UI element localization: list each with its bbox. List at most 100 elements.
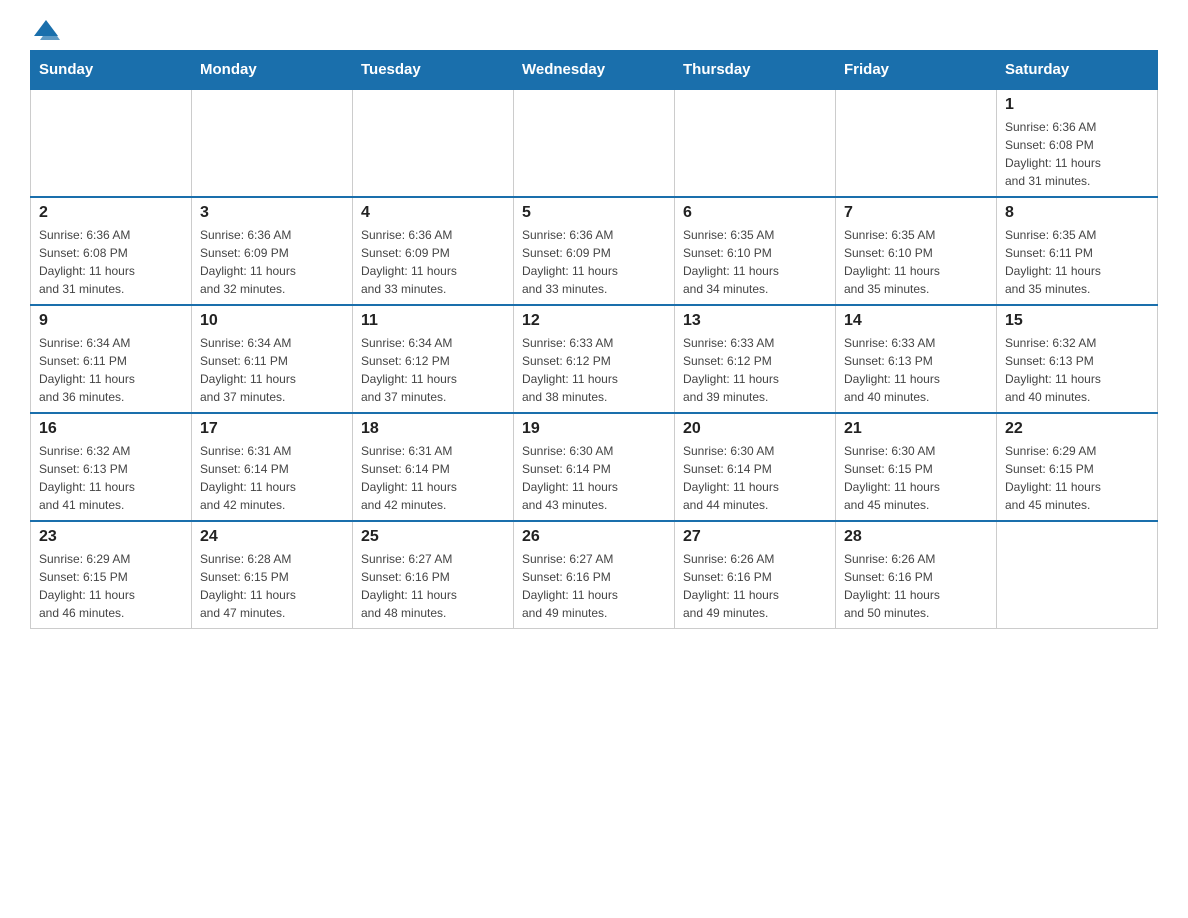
calendar-cell [675,89,836,197]
calendar-cell: 9 Sunrise: 6:34 AM Sunset: 6:11 PM Daylig… [31,305,192,413]
day-info: Sunrise: 6:36 AM Sunset: 6:09 PM Dayligh… [522,226,666,298]
day-number: 12 [522,312,666,330]
day-number: 20 [683,420,827,438]
day-number: 14 [844,312,988,330]
calendar-cell: 15 Sunrise: 6:32 AM Sunset: 6:13 PM Dayli… [997,305,1158,413]
day-info: Sunrise: 6:30 AM Sunset: 6:14 PM Dayligh… [522,442,666,514]
day-info: Sunrise: 6:27 AM Sunset: 6:16 PM Dayligh… [522,550,666,622]
col-friday: Friday [836,51,997,90]
day-number: 13 [683,312,827,330]
col-tuesday: Tuesday [353,51,514,90]
day-info: Sunrise: 6:35 AM Sunset: 6:11 PM Dayligh… [1005,226,1149,298]
calendar-cell: 17 Sunrise: 6:31 AM Sunset: 6:14 PM Dayli… [192,413,353,521]
day-number: 22 [1005,420,1149,438]
day-number: 21 [844,420,988,438]
calendar-cell [192,89,353,197]
logo [30,20,60,40]
logo-icon [32,16,60,44]
calendar-cell: 25 Sunrise: 6:27 AM Sunset: 6:16 PM Dayli… [353,521,514,629]
day-number: 5 [522,204,666,222]
calendar-header-row: Sunday Monday Tuesday Wednesday Thursday… [31,51,1158,90]
day-number: 17 [200,420,344,438]
calendar-cell: 20 Sunrise: 6:30 AM Sunset: 6:14 PM Dayli… [675,413,836,521]
calendar-week-row: 1Sunrise: 6:36 AM Sunset: 6:08 PM Daylig… [31,89,1158,197]
day-info: Sunrise: 6:36 AM Sunset: 6:09 PM Dayligh… [361,226,505,298]
calendar-week-row: 9 Sunrise: 6:34 AM Sunset: 6:11 PM Daylig… [31,305,1158,413]
calendar-cell: 10 Sunrise: 6:34 AM Sunset: 6:11 PM Dayli… [192,305,353,413]
col-monday: Monday [192,51,353,90]
day-number: 24 [200,528,344,546]
day-info: Sunrise: 6:35 AM Sunset: 6:10 PM Dayligh… [844,226,988,298]
calendar-cell: 26 Sunrise: 6:27 AM Sunset: 6:16 PM Dayli… [514,521,675,629]
col-thursday: Thursday [675,51,836,90]
day-info: Sunrise: 6:30 AM Sunset: 6:14 PM Dayligh… [683,442,827,514]
day-info: Sunrise: 6:31 AM Sunset: 6:14 PM Dayligh… [361,442,505,514]
day-number: 11 [361,312,505,330]
day-info: Sunrise: 6:29 AM Sunset: 6:15 PM Dayligh… [1005,442,1149,514]
calendar-week-row: 2 Sunrise: 6:36 AM Sunset: 6:08 PM Daylig… [31,197,1158,305]
calendar-cell: 6 Sunrise: 6:35 AM Sunset: 6:10 PM Daylig… [675,197,836,305]
calendar-cell: 2 Sunrise: 6:36 AM Sunset: 6:08 PM Daylig… [31,197,192,305]
calendar-cell [514,89,675,197]
calendar-cell [997,521,1158,629]
calendar-cell: 14 Sunrise: 6:33 AM Sunset: 6:13 PM Dayli… [836,305,997,413]
calendar-cell: 27Sunrise: 6:26 AM Sunset: 6:16 PM Dayli… [675,521,836,629]
day-number: 28 [844,528,988,546]
day-number: 7 [844,204,988,222]
day-info: Sunrise: 6:32 AM Sunset: 6:13 PM Dayligh… [1005,334,1149,406]
calendar-cell: 4 Sunrise: 6:36 AM Sunset: 6:09 PM Daylig… [353,197,514,305]
col-sunday: Sunday [31,51,192,90]
calendar-cell: 18 Sunrise: 6:31 AM Sunset: 6:14 PM Dayli… [353,413,514,521]
calendar-cell: 11 Sunrise: 6:34 AM Sunset: 6:12 PM Dayli… [353,305,514,413]
day-info: Sunrise: 6:36 AM Sunset: 6:08 PM Dayligh… [1005,118,1149,190]
col-saturday: Saturday [997,51,1158,90]
day-info: Sunrise: 6:34 AM Sunset: 6:11 PM Dayligh… [39,334,183,406]
day-info: Sunrise: 6:28 AM Sunset: 6:15 PM Dayligh… [200,550,344,622]
calendar-cell: 1Sunrise: 6:36 AM Sunset: 6:08 PM Daylig… [997,89,1158,197]
calendar-cell: 19 Sunrise: 6:30 AM Sunset: 6:14 PM Dayli… [514,413,675,521]
day-number: 25 [361,528,505,546]
day-info: Sunrise: 6:33 AM Sunset: 6:13 PM Dayligh… [844,334,988,406]
day-info: Sunrise: 6:27 AM Sunset: 6:16 PM Dayligh… [361,550,505,622]
calendar-cell: 3 Sunrise: 6:36 AM Sunset: 6:09 PM Daylig… [192,197,353,305]
day-number: 10 [200,312,344,330]
day-number: 9 [39,312,183,330]
day-number: 26 [522,528,666,546]
day-number: 19 [522,420,666,438]
day-number: 3 [200,204,344,222]
calendar-cell: 16Sunrise: 6:32 AM Sunset: 6:13 PM Dayli… [31,413,192,521]
calendar-week-row: 16Sunrise: 6:32 AM Sunset: 6:13 PM Dayli… [31,413,1158,521]
day-number: 4 [361,204,505,222]
day-info: Sunrise: 6:32 AM Sunset: 6:13 PM Dayligh… [39,442,183,514]
day-number: 18 [361,420,505,438]
day-info: Sunrise: 6:33 AM Sunset: 6:12 PM Dayligh… [683,334,827,406]
calendar-cell [353,89,514,197]
day-info: Sunrise: 6:30 AM Sunset: 6:15 PM Dayligh… [844,442,988,514]
calendar-cell: 23 Sunrise: 6:29 AM Sunset: 6:15 PM Dayli… [31,521,192,629]
calendar-cell: 13 Sunrise: 6:33 AM Sunset: 6:12 PM Dayli… [675,305,836,413]
day-info: Sunrise: 6:33 AM Sunset: 6:12 PM Dayligh… [522,334,666,406]
calendar-cell [836,89,997,197]
day-info: Sunrise: 6:29 AM Sunset: 6:15 PM Dayligh… [39,550,183,622]
day-number: 2 [39,204,183,222]
day-info: Sunrise: 6:36 AM Sunset: 6:08 PM Dayligh… [39,226,183,298]
day-info: Sunrise: 6:34 AM Sunset: 6:11 PM Dayligh… [200,334,344,406]
calendar-cell: 8Sunrise: 6:35 AM Sunset: 6:11 PM Daylig… [997,197,1158,305]
calendar-cell [31,89,192,197]
day-info: Sunrise: 6:36 AM Sunset: 6:09 PM Dayligh… [200,226,344,298]
day-number: 23 [39,528,183,546]
day-info: Sunrise: 6:35 AM Sunset: 6:10 PM Dayligh… [683,226,827,298]
day-info: Sunrise: 6:26 AM Sunset: 6:16 PM Dayligh… [844,550,988,622]
calendar-cell: 22 Sunrise: 6:29 AM Sunset: 6:15 PM Dayli… [997,413,1158,521]
day-number: 6 [683,204,827,222]
col-wednesday: Wednesday [514,51,675,90]
day-info: Sunrise: 6:26 AM Sunset: 6:16 PM Dayligh… [683,550,827,622]
day-info: Sunrise: 6:34 AM Sunset: 6:12 PM Dayligh… [361,334,505,406]
calendar-table: Sunday Monday Tuesday Wednesday Thursday… [30,50,1158,629]
day-number: 15 [1005,312,1149,330]
calendar-cell: 12 Sunrise: 6:33 AM Sunset: 6:12 PM Dayli… [514,305,675,413]
calendar-cell: 7 Sunrise: 6:35 AM Sunset: 6:10 PM Daylig… [836,197,997,305]
page-header [30,20,1158,40]
calendar-cell: 24 Sunrise: 6:28 AM Sunset: 6:15 PM Dayli… [192,521,353,629]
day-info: Sunrise: 6:31 AM Sunset: 6:14 PM Dayligh… [200,442,344,514]
